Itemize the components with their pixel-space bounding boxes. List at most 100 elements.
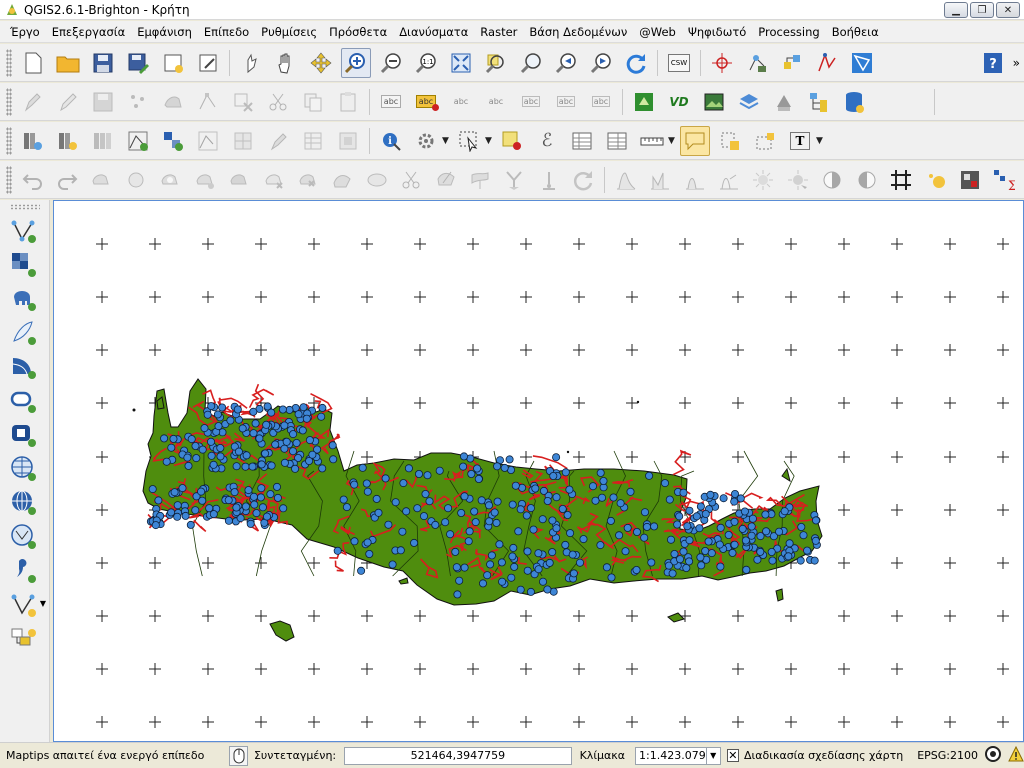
split-features-button[interactable] <box>397 165 426 195</box>
openlayers-button[interactable] <box>629 87 659 117</box>
menu-plugins[interactable]: Πρόσθετα <box>323 22 393 42</box>
point-marker-button[interactable] <box>921 165 950 195</box>
zoom-to-layer-button[interactable] <box>516 48 546 78</box>
refresh-button[interactable] <box>621 48 651 78</box>
vd-plugin-button[interactable]: VD <box>664 87 694 117</box>
new-bookmark-button[interactable] <box>715 126 745 156</box>
move-feature-button[interactable] <box>158 87 188 117</box>
rotate-feature-button[interactable] <box>87 165 116 195</box>
add-virtual-layer-side-button[interactable] <box>8 624 40 654</box>
open-project-button[interactable] <box>53 48 83 78</box>
new-print-composer-button[interactable] <box>158 48 188 78</box>
help-button[interactable]: ? <box>978 48 1008 78</box>
zoom-full-button[interactable] <box>446 48 476 78</box>
new-shapefile-button[interactable] <box>123 126 153 156</box>
save-project-button[interactable] <box>88 48 118 78</box>
paste-features-button[interactable] <box>333 87 363 117</box>
toolbar-grip[interactable] <box>6 165 12 194</box>
composer-manager-button[interactable] <box>193 48 223 78</box>
rotate-grey-button[interactable] <box>569 165 598 195</box>
contrast-decrease-button[interactable] <box>852 165 881 195</box>
wms-layer-button[interactable] <box>734 87 764 117</box>
add-vector-layer-button[interactable] <box>8 216 40 246</box>
cut-features-button[interactable] <box>263 87 293 117</box>
pixel-grid-button[interactable] <box>955 165 984 195</box>
road-graph-button[interactable] <box>742 48 772 78</box>
redo-button[interactable] <box>52 165 81 195</box>
select-features-dropdown-icon[interactable]: ▼ <box>485 136 493 146</box>
toolbar-grip[interactable] <box>6 87 12 116</box>
close-button[interactable]: ✕ <box>996 2 1020 18</box>
open-attribute-table-button[interactable] <box>567 126 597 156</box>
toolbar-overflow-icon[interactable]: » <box>1013 56 1020 70</box>
coordinate-toggle-button[interactable] <box>229 745 248 766</box>
touch-zoom-button[interactable] <box>236 48 266 78</box>
add-db2-layer-button[interactable] <box>8 420 40 450</box>
spatialite-button[interactable] <box>769 87 799 117</box>
menu-database[interactable]: Βάση Δεδομένων <box>523 22 633 42</box>
map-tips-button[interactable] <box>680 125 710 156</box>
add-ring-button[interactable] <box>156 165 185 195</box>
pan-to-selection-button[interactable] <box>306 48 336 78</box>
crs-status[interactable]: EPSG:2100 <box>917 749 978 762</box>
statistical-summary-button[interactable] <box>602 126 632 156</box>
db-manager-button[interactable] <box>804 87 834 117</box>
new-shapefile-layer-button[interactable]: ▼ <box>8 590 46 620</box>
undo-button[interactable] <box>18 165 47 195</box>
add-part-button[interactable] <box>190 165 219 195</box>
add-wcs-layer-button[interactable] <box>8 488 40 518</box>
offset-curve-button[interactable] <box>362 165 391 195</box>
menu-vector[interactable]: Διανύσματα <box>393 22 474 42</box>
identify-button[interactable]: i <box>376 126 406 156</box>
geometry-checker-button[interactable] <box>812 48 842 78</box>
scale-combobox[interactable]: 1:1.423.079 ▼ <box>635 746 721 765</box>
reshape-features-button[interactable] <box>328 165 357 195</box>
menu-mesh[interactable]: Ψηφιδωτό <box>682 22 752 42</box>
menu-project[interactable]: Έργο <box>4 22 46 42</box>
grid-button[interactable] <box>886 165 915 195</box>
menu-raster[interactable]: Raster <box>474 22 523 42</box>
zoom-out-button[interactable] <box>376 48 406 78</box>
digitize-grey-button[interactable] <box>263 126 293 156</box>
new-spatialite-layer-button[interactable] <box>158 126 188 156</box>
zoom-to-selection-button[interactable] <box>481 48 511 78</box>
new-project-button[interactable] <box>18 48 48 78</box>
zoom-actual-size-button[interactable]: 1:1 <box>411 48 441 78</box>
raster-grey-button[interactable] <box>333 126 363 156</box>
gps-tools-button[interactable] <box>777 48 807 78</box>
change-label-button[interactable]: abc <box>586 87 616 117</box>
toolbar-grip[interactable] <box>6 126 12 155</box>
contrast-increase-button[interactable] <box>818 165 847 195</box>
add-feature-button[interactable] <box>123 87 153 117</box>
delete-ring-button[interactable] <box>259 165 288 195</box>
deselect-features-button[interactable] <box>497 126 527 156</box>
toggle-editing-button[interactable] <box>53 87 83 117</box>
add-raster-layer-button[interactable] <box>8 250 40 280</box>
table-grey-button[interactable] <box>298 126 328 156</box>
run-action-dropdown-icon[interactable]: ▼ <box>442 136 450 146</box>
annotation-dropdown-icon[interactable]: ▼ <box>816 136 824 146</box>
toolbar-grip[interactable] <box>9 204 40 210</box>
topology-checker-button[interactable] <box>847 48 877 78</box>
menu-help[interactable]: Βοήθεια <box>826 22 885 42</box>
coordinate-capture-button[interactable] <box>707 48 737 78</box>
save-as-button[interactable] <box>123 48 153 78</box>
raster-histogram-button[interactable] <box>645 165 674 195</box>
rotate-label-button[interactable]: abc <box>551 87 581 117</box>
brightness-increase-button[interactable] <box>749 165 778 195</box>
select-by-expression-button[interactable]: ℰ <box>532 126 562 156</box>
add-vector-grey-button[interactable] <box>193 126 223 156</box>
statistics-button[interactable]: Σ <box>990 165 1019 195</box>
run-action-button[interactable] <box>411 126 441 156</box>
show-bookmarks-button[interactable] <box>750 126 780 156</box>
raster-curve-button[interactable] <box>680 165 709 195</box>
delete-part-button[interactable] <box>293 165 322 195</box>
layer-diagram-button[interactable]: abc <box>411 87 441 117</box>
render-checkbox[interactable]: ✕ <box>726 749 740 762</box>
minimize-button[interactable]: ▁ <box>944 2 968 18</box>
menu-view[interactable]: Εμφάνιση <box>131 22 198 42</box>
add-postgis-layer-button[interactable] <box>8 284 40 314</box>
messages-button[interactable] <box>1008 745 1024 765</box>
add-oracle-button[interactable] <box>228 126 258 156</box>
new-layer-dropdown-icon[interactable]: ▼ <box>40 599 46 608</box>
